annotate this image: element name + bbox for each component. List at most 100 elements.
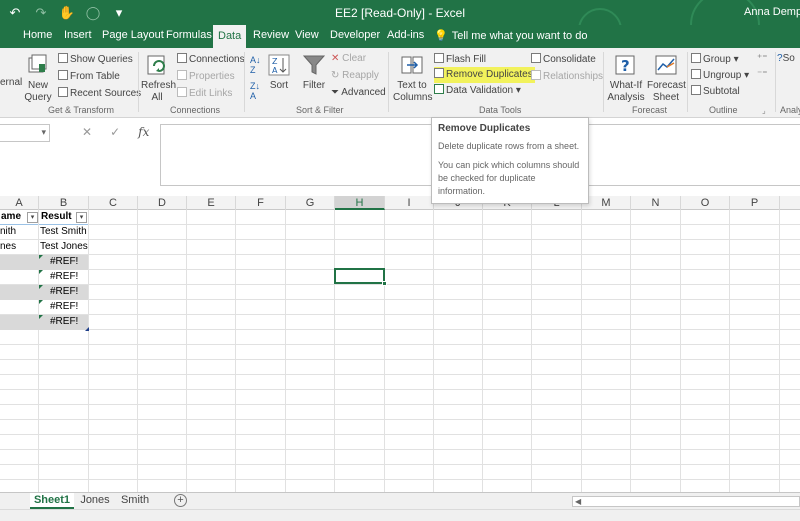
what-if-analysis-button[interactable]: ? What-If Analysis	[607, 52, 645, 104]
text-to-columns-button[interactable]: Text to Columns	[393, 52, 432, 104]
column-header-n[interactable]: N	[631, 196, 681, 210]
filter-dropdown-icon[interactable]: ▾	[27, 212, 38, 223]
table-cell[interactable]: #REF!	[50, 315, 88, 330]
enter-icon[interactable]: ✓	[110, 125, 120, 139]
sheet-tab-jones[interactable]: Jones	[76, 493, 114, 509]
show-detail-icon[interactable]: ⁺⁼	[757, 53, 768, 65]
tab-add-ins[interactable]: Add-ins	[387, 29, 424, 41]
column-header-b[interactable]: B	[39, 196, 89, 210]
remove-duplicates-button[interactable]: Remove Duplicates	[434, 67, 535, 83]
solver-button[interactable]: ?So	[777, 53, 795, 65]
table-cell[interactable]: nes	[0, 240, 38, 255]
sort-label: Sort	[269, 80, 289, 91]
horizontal-scrollbar[interactable]: ◀	[572, 496, 800, 507]
table-cell[interactable]: #REF!	[50, 300, 88, 315]
sheet-tab-sheet1[interactable]: Sheet1	[30, 493, 74, 509]
status-bar	[0, 509, 800, 521]
insert-function-icon[interactable]: fx	[138, 125, 149, 139]
consolidate-button[interactable]: Consolidate	[531, 53, 596, 66]
tab-data[interactable]: Data	[213, 25, 247, 48]
filter-button[interactable]: Filter	[300, 52, 328, 92]
group-button[interactable]: Group ▾	[691, 53, 739, 66]
user-name[interactable]: Anna Dempsey	[744, 6, 800, 18]
formula-icons: ✕ ✓ fx	[82, 125, 149, 139]
error-indicator-icon	[39, 270, 43, 274]
sort-a-z-icon[interactable]: A↓ Z	[250, 55, 261, 75]
tab-formulas[interactable]: Formulas	[166, 29, 212, 41]
table-cell[interactable]: Test Jones	[40, 240, 89, 255]
filter-dropdown-icon[interactable]: ▾	[76, 212, 87, 223]
relationships-button[interactable]: Relationships	[531, 70, 603, 83]
remove-duplicates-label: Remove Duplicates	[446, 69, 533, 80]
external-data-label[interactable]: ernal	[0, 77, 22, 89]
cancel-icon[interactable]: ✕	[82, 125, 92, 139]
recent-sources-button[interactable]: Recent Sources	[58, 87, 141, 100]
scroll-left-icon[interactable]: ◀	[575, 497, 581, 506]
column-header-m[interactable]: M	[582, 196, 631, 210]
grid-line	[186, 210, 187, 492]
show-queries-label: Show Queries	[70, 54, 133, 65]
edit-links-button[interactable]: Edit Links	[177, 87, 232, 100]
column-header-i[interactable]: I	[385, 196, 434, 210]
group-label-connections: Connections	[170, 105, 221, 115]
column-header-d[interactable]: D	[138, 196, 187, 210]
sort-z-a-icon[interactable]: Z↓ A	[250, 81, 260, 101]
tab-view[interactable]: View	[295, 29, 319, 41]
consolidate-icon	[531, 53, 541, 63]
fill-handle[interactable]	[382, 281, 387, 286]
tell-me-box[interactable]: 💡 Tell me what you want to do	[434, 29, 587, 43]
sheet-tab-smith[interactable]: Smith	[116, 493, 154, 509]
table-cell[interactable]: nith	[0, 225, 38, 240]
column-header-h[interactable]: H	[335, 196, 385, 210]
refresh-all-button[interactable]: Refresh All	[141, 52, 176, 104]
column-header-c[interactable]: C	[89, 196, 138, 210]
column-header-p[interactable]: P	[730, 196, 780, 210]
reapply-button[interactable]: ↻ Reapply	[331, 70, 379, 82]
table-cell[interactable]: Test Smith	[40, 225, 89, 240]
table-cell[interactable]: #REF!	[50, 255, 88, 270]
from-table-button[interactable]: From Table	[58, 70, 120, 83]
svg-text:?: ?	[621, 57, 630, 75]
grid-line	[137, 210, 138, 492]
tab-developer[interactable]: Developer	[330, 29, 380, 41]
worksheet-grid[interactable]: ame ▾ Result ▾ nith Test Smith nes Test …	[0, 210, 800, 492]
name-box[interactable]: ▾	[0, 124, 50, 142]
properties-button[interactable]: Properties	[177, 70, 235, 83]
grid-line	[384, 210, 385, 492]
tooltip-title: Remove Duplicates	[438, 123, 531, 134]
clear-button[interactable]: ✕ Clear	[331, 53, 366, 65]
table-cell[interactable]: #REF!	[50, 270, 88, 285]
column-header-e[interactable]: E	[187, 196, 236, 210]
tab-home[interactable]: Home	[23, 29, 52, 41]
ungroup-button[interactable]: Ungroup ▾	[691, 69, 749, 82]
column-header-g[interactable]: G	[286, 196, 335, 210]
new-query-button[interactable]: New Query	[22, 52, 54, 104]
tab-page-layout[interactable]: Page Layout	[102, 29, 164, 41]
connections-button[interactable]: Connections	[177, 53, 245, 66]
column-header-o[interactable]: O	[681, 196, 730, 210]
filter-label: Filter	[302, 80, 326, 91]
forecast-sheet-button[interactable]: Forecast Sheet	[647, 52, 686, 104]
hide-detail-icon[interactable]: ⁻⁼	[757, 69, 768, 81]
selected-cell[interactable]	[334, 268, 387, 286]
column-header-a[interactable]: A	[0, 196, 39, 210]
show-queries-button[interactable]: Show Queries	[58, 53, 133, 66]
advanced-button[interactable]: ⏷ Advanced	[331, 87, 386, 99]
subtotal-button[interactable]: Subtotal	[691, 85, 740, 98]
add-sheet-icon[interactable]: +	[174, 494, 187, 507]
table-resize-handle[interactable]	[85, 327, 89, 331]
sort-button[interactable]: Z A Sort	[266, 52, 292, 92]
data-validation-button[interactable]: Data Validation ▾	[434, 84, 521, 97]
grid-line	[779, 210, 780, 492]
tab-insert[interactable]: Insert	[64, 29, 92, 41]
recent-sources-icon	[58, 87, 68, 97]
connections-icon	[177, 53, 187, 63]
tab-review[interactable]: Review	[253, 29, 289, 41]
reapply-icon: ↻	[331, 70, 340, 81]
column-header-f[interactable]: F	[236, 196, 286, 210]
group-separator	[244, 52, 245, 112]
table-cell[interactable]: #REF!	[50, 285, 88, 300]
dialog-launcher-icon[interactable]: ⌟	[762, 105, 766, 117]
ribbon: ernal New Query Show Queries From Table …	[0, 48, 800, 118]
flash-fill-button[interactable]: Flash Fill	[434, 53, 486, 66]
